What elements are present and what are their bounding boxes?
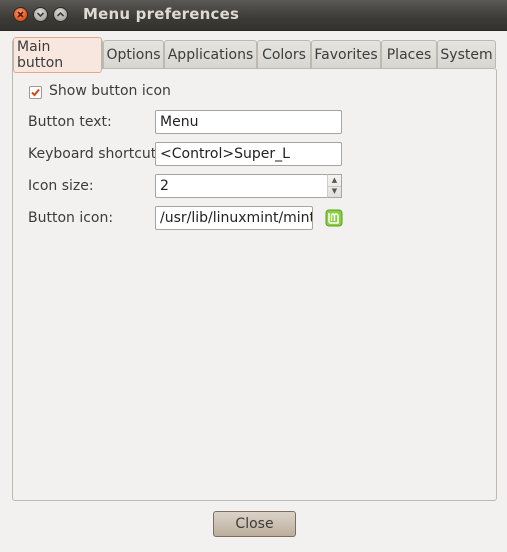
button-text-label: Button text: [28,114,112,130]
mint-logo-icon[interactable] [325,209,343,227]
tab-label: Colors [262,46,306,63]
title-bar: Menu preferences [0,0,507,31]
tab-label: System [440,46,493,63]
tab-places[interactable]: Places [381,40,437,68]
close-icon[interactable] [13,7,28,22]
tab-options[interactable]: Options [103,40,164,68]
window-title: Menu preferences [83,5,240,23]
icon-size-spinner[interactable]: 2 [155,174,328,198]
close-button-label: Close [235,516,274,532]
tab-label: Places [386,46,432,63]
button-icon-label: Button icon: [28,210,114,226]
tab-label: Applications [167,46,254,63]
show-button-icon-label[interactable]: Show button icon [49,83,171,99]
icon-size-label: Icon size: [28,178,94,194]
icon-size-stepper[interactable]: ▲ ▼ [327,174,342,198]
spin-down-icon[interactable]: ▼ [328,186,341,197]
tab-system[interactable]: System [437,40,496,68]
checkmark-icon [31,88,40,97]
close-button[interactable]: Close [213,511,296,537]
show-button-icon-checkbox[interactable] [29,86,42,99]
tab-colors[interactable]: Colors [257,40,311,68]
tab-bar: Main button Options Applications Colors … [12,36,496,73]
button-text-field[interactable]: Menu [155,110,342,134]
tab-label: Favorites [314,46,378,63]
keyboard-shortcut-label: Keyboard shortcut: [28,146,162,162]
tab-main-button[interactable]: Main button [12,36,103,73]
keyboard-shortcut-field[interactable]: <Control>Super_L [155,142,342,166]
tab-label: Main button [13,36,102,73]
button-icon-path-field[interactable]: /usr/lib/linuxmint/mintM [155,206,313,230]
tab-label: Options [106,46,161,63]
tab-applications[interactable]: Applications [164,40,257,68]
maximize-icon[interactable] [53,7,68,22]
minimize-icon[interactable] [33,7,48,22]
tab-favorites[interactable]: Favorites [311,40,381,68]
